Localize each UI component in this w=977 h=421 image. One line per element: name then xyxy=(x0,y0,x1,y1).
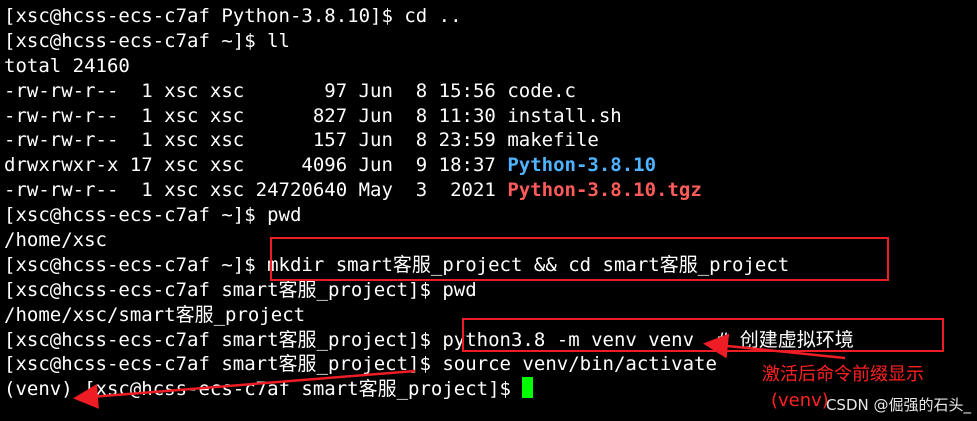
archive-name: Python-3.8.10.tgz xyxy=(507,179,702,202)
terminal-line: /home/xsc xyxy=(4,229,107,252)
terminal-line: [xsc@hcss-ecs-c7af ~]$ ll xyxy=(4,29,290,52)
annotation-label: 激活后命令前缀显示 xyxy=(762,364,924,385)
terminal-cursor xyxy=(522,377,534,399)
annotation-label-venv: (venv) xyxy=(771,390,829,411)
terminal-line: /home/xsc/smart客服_project xyxy=(4,303,306,326)
terminal-output[interactable]: [xsc@hcss-ecs-c7af Python-3.8.10]$ cd ..… xyxy=(4,4,977,402)
file-meta: -rw-rw-r-- 1 xsc xsc 24720640 May 3 2021 xyxy=(4,179,508,202)
file-listing-row: -rw-rw-r-- 1 xsc xsc 24720640 May 3 2021… xyxy=(4,178,977,203)
terminal-line: [xsc@hcss-ecs-c7af smart客服_project]$ pwd xyxy=(4,278,477,301)
venv-prompt: (venv) [xsc@hcss-ecs-c7af smart客服_projec… xyxy=(4,378,523,401)
terminal-line: total 24160 xyxy=(4,54,130,77)
file-listing-row: -rw-rw-r-- 1 xsc xsc 157 Jun 8 23:59 mak… xyxy=(4,129,599,152)
file-listing-row: -rw-rw-r-- 1 xsc xsc 827 Jun 8 11:30 ins… xyxy=(4,104,622,127)
terminal-line: [xsc@hcss-ecs-c7af smart客服_project]$ pyt… xyxy=(4,328,854,351)
file-listing-row: drwxrwxr-x 17 xsc xsc 4096 Jun 9 18:37 P… xyxy=(4,153,977,178)
terminal-line: [xsc@hcss-ecs-c7af ~]$ pwd xyxy=(4,204,302,227)
directory-name: Python-3.8.10 xyxy=(507,154,657,177)
watermark: CSDN @倔强的石头_ xyxy=(825,396,971,414)
file-listing-row: -rw-rw-r-- 1 xsc xsc 97 Jun 8 15:56 code… xyxy=(4,79,576,102)
terminal-line: [xsc@hcss-ecs-c7af Python-3.8.10]$ cd .. xyxy=(4,5,462,27)
file-meta: drwxrwxr-x 17 xsc xsc 4096 Jun 9 18:37 xyxy=(4,154,508,177)
terminal-line: [xsc@hcss-ecs-c7af ~]$ mkdir smart客服_pro… xyxy=(4,253,790,276)
